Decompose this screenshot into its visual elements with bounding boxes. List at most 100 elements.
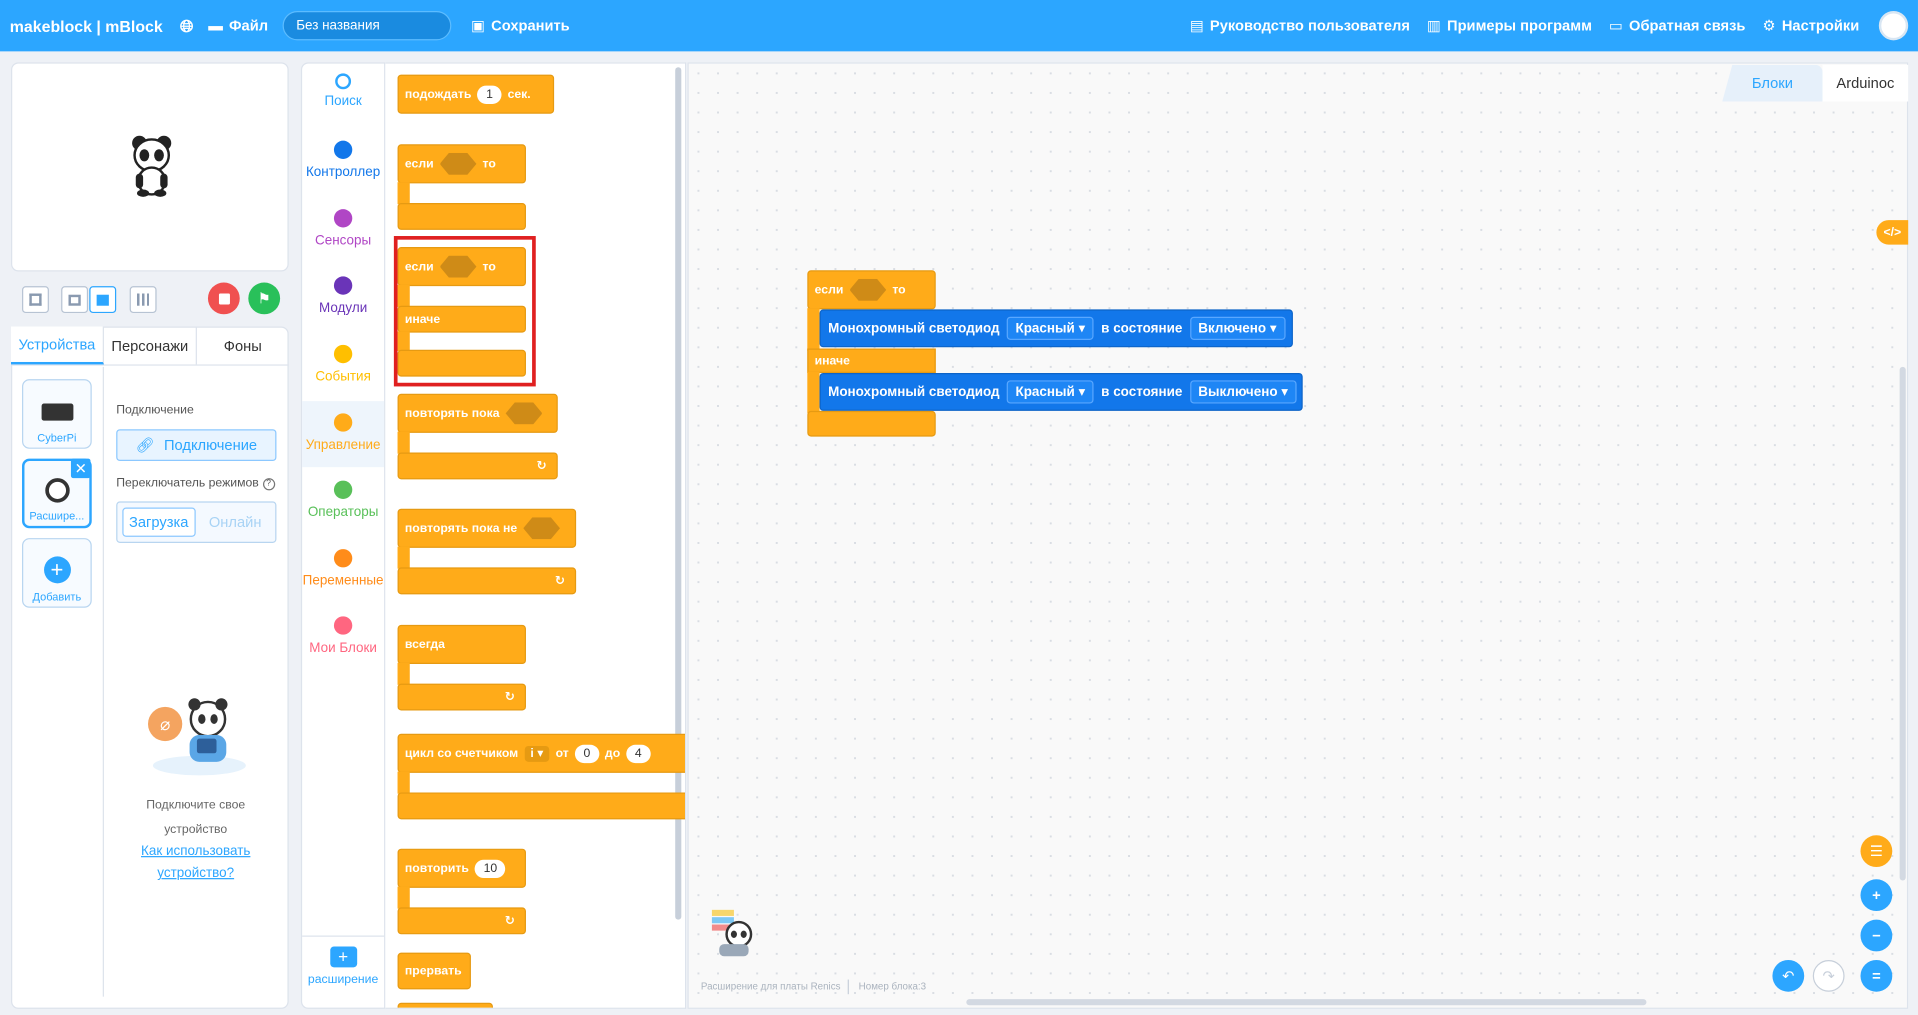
- tab-blocks[interactable]: Блоки: [1722, 64, 1823, 102]
- category-operators[interactable]: Операторы: [301, 480, 385, 520]
- fullscreen-button[interactable]: [22, 286, 49, 314]
- led2-color-dropdown[interactable]: Красный ▾: [1006, 380, 1094, 404]
- repeat-until-footer: ↻: [397, 452, 558, 480]
- device-card-cyberpi[interactable]: CyberPi: [22, 379, 92, 449]
- normal-stage-button[interactable]: [89, 286, 117, 314]
- events-dot-icon: [333, 344, 353, 364]
- undo-button[interactable]: ↶: [1772, 959, 1805, 992]
- zoom-in-button[interactable]: +: [1860, 879, 1893, 912]
- list-collapse-icon: ☰: [1869, 842, 1883, 860]
- redo-button[interactable]: ↷: [1812, 959, 1845, 992]
- settings-menu[interactable]: ⚙︎ Настройки: [1763, 17, 1860, 34]
- category-my-blocks[interactable]: Мои Блоки: [301, 616, 385, 655]
- script-led-on-block[interactable]: Монохромный светодиод Красный ▾ в состоя…: [819, 309, 1293, 348]
- top-bar: makeblock | mBlock 🌐︎ ▬ Файл ▣ Сохранить…: [0, 0, 1918, 52]
- small-stage-button[interactable]: [61, 286, 89, 314]
- feedback-link[interactable]: ▭ Обратная связь: [1609, 17, 1745, 34]
- tab-arduino-code[interactable]: Arduinoc: [1822, 64, 1909, 102]
- palette-block-wait[interactable]: подождать 1 сек.: [397, 74, 555, 114]
- mode-switch-label: Переключатель режимов ?: [116, 477, 275, 490]
- category-sensors[interactable]: Сенсоры: [301, 209, 385, 248]
- cyberpi-board-icon: [40, 403, 73, 421]
- panda-sprite[interactable]: [130, 135, 174, 199]
- language-globe-icon[interactable]: 🌐︎: [180, 15, 194, 36]
- palette-block-break[interactable]: прервать: [397, 952, 471, 990]
- for-from-input[interactable]: 0: [574, 744, 599, 763]
- controller-dot-icon: [333, 140, 353, 159]
- zoom-out-button[interactable]: −: [1860, 919, 1893, 952]
- workspace-vscroll[interactable]: [1899, 366, 1906, 881]
- user-manual-link[interactable]: ▤ Руководство пользователя: [1190, 17, 1410, 34]
- led1-color-dropdown[interactable]: Красный ▾: [1006, 316, 1094, 340]
- category-modules[interactable]: Модули: [301, 276, 385, 316]
- help-icon[interactable]: ?: [262, 477, 275, 490]
- zoom-out-icon: −: [1872, 926, 1881, 945]
- save-button[interactable]: ▣ Сохранить: [471, 17, 570, 34]
- tab-backgrounds[interactable]: Фоны: [197, 327, 289, 365]
- zoom-reset-button[interactable]: =: [1860, 959, 1893, 992]
- how-to-use-link-line1[interactable]: Как использовать: [104, 844, 287, 859]
- script-condition-slot[interactable]: [849, 278, 887, 301]
- palette-block-if-then[interactable]: если то: [397, 144, 526, 184]
- mode-switch: Загрузка Онлайн: [116, 501, 277, 543]
- category-events[interactable]: События: [301, 344, 385, 384]
- workspace-hscroll[interactable]: [966, 999, 1647, 1006]
- connect-hint-line2: устройство: [164, 823, 228, 837]
- connection-heading: Подключение: [116, 403, 194, 418]
- mode-upload-button[interactable]: Загрузка: [122, 507, 196, 537]
- panda-mascot-icon: [711, 909, 753, 957]
- stop-button[interactable]: [207, 282, 240, 315]
- layout-small-icon: [68, 294, 81, 306]
- run-flag-button[interactable]: ⚑: [248, 282, 281, 315]
- script-if-header[interactable]: если то: [807, 270, 936, 310]
- close-icon: ✕: [74, 459, 87, 477]
- project-title-input[interactable]: [282, 11, 452, 41]
- for-loop-footer: [397, 792, 685, 820]
- connect-button[interactable]: 🔗︎ Подключение: [116, 429, 277, 462]
- script-workspace[interactable]: [687, 62, 1909, 1009]
- stop-icon: [218, 292, 230, 304]
- condition-slot[interactable]: [505, 402, 543, 425]
- palette-block-repeat-until[interactable]: повторять пока: [397, 393, 558, 433]
- extension-button[interactable]: + расширение: [301, 946, 385, 987]
- code-brackets-icon: </>: [1883, 225, 1902, 240]
- add-device-button[interactable]: + Добавить: [22, 538, 92, 608]
- script-led-off-block[interactable]: Монохромный светодиод Красный ▾ в состоя…: [819, 372, 1303, 411]
- user-avatar[interactable]: [1878, 11, 1909, 41]
- highlight-box: [393, 236, 536, 387]
- category-search[interactable]: Поиск: [301, 73, 385, 109]
- code-view-toggle[interactable]: </>: [1876, 220, 1909, 245]
- repeat-count-input[interactable]: 10: [475, 859, 506, 878]
- examples-link[interactable]: ▥ Примеры программ: [1427, 17, 1592, 34]
- script-if-arm1: [807, 308, 820, 351]
- palette-block-repeat[interactable]: повторить 10: [397, 848, 526, 888]
- mode-online-button[interactable]: Онлайн: [200, 508, 270, 537]
- for-to-input[interactable]: 4: [626, 744, 651, 763]
- tab-sprites[interactable]: Персонажи: [104, 326, 197, 365]
- file-menu[interactable]: ▬ Файл: [208, 17, 268, 34]
- led2-state-dropdown[interactable]: Выключено ▾: [1189, 380, 1297, 404]
- for-variable-dropdown[interactable]: i ▾: [524, 745, 550, 762]
- collapse-blocks-button[interactable]: ☰: [1860, 835, 1893, 868]
- condition-slot[interactable]: [439, 152, 477, 175]
- loop-arrow-icon: ↻: [504, 690, 515, 704]
- category-control[interactable]: Управление: [301, 413, 385, 452]
- palette-block-repeat-until-not[interactable]: повторять пока не: [397, 508, 577, 548]
- category-controller[interactable]: Контроллер: [301, 140, 385, 180]
- condition-slot[interactable]: [523, 517, 560, 540]
- led1-state-dropdown[interactable]: Включено ▾: [1189, 316, 1286, 340]
- loop-arrow-icon: ↻: [504, 914, 515, 928]
- palette-block-forever[interactable]: всегда: [397, 624, 526, 665]
- equals-icon: =: [1872, 967, 1881, 985]
- grid-stage-button[interactable]: [129, 286, 157, 314]
- forever-arm: [397, 662, 410, 685]
- palette-block-for-loop[interactable]: цикл со счетчиком i ▾ от 0 до 4: [397, 733, 685, 773]
- tab-devices[interactable]: Устройства: [11, 326, 104, 365]
- palette-block-partial: [397, 1002, 493, 1008]
- category-variables[interactable]: Переменные: [301, 549, 385, 588]
- repeat-footer: ↻: [397, 907, 526, 935]
- how-to-use-link-line2[interactable]: устройство?: [104, 866, 287, 881]
- grid-icon: [136, 293, 150, 306]
- wait-seconds-input[interactable]: 1: [477, 84, 502, 104]
- remove-device-button[interactable]: ✕: [70, 458, 91, 479]
